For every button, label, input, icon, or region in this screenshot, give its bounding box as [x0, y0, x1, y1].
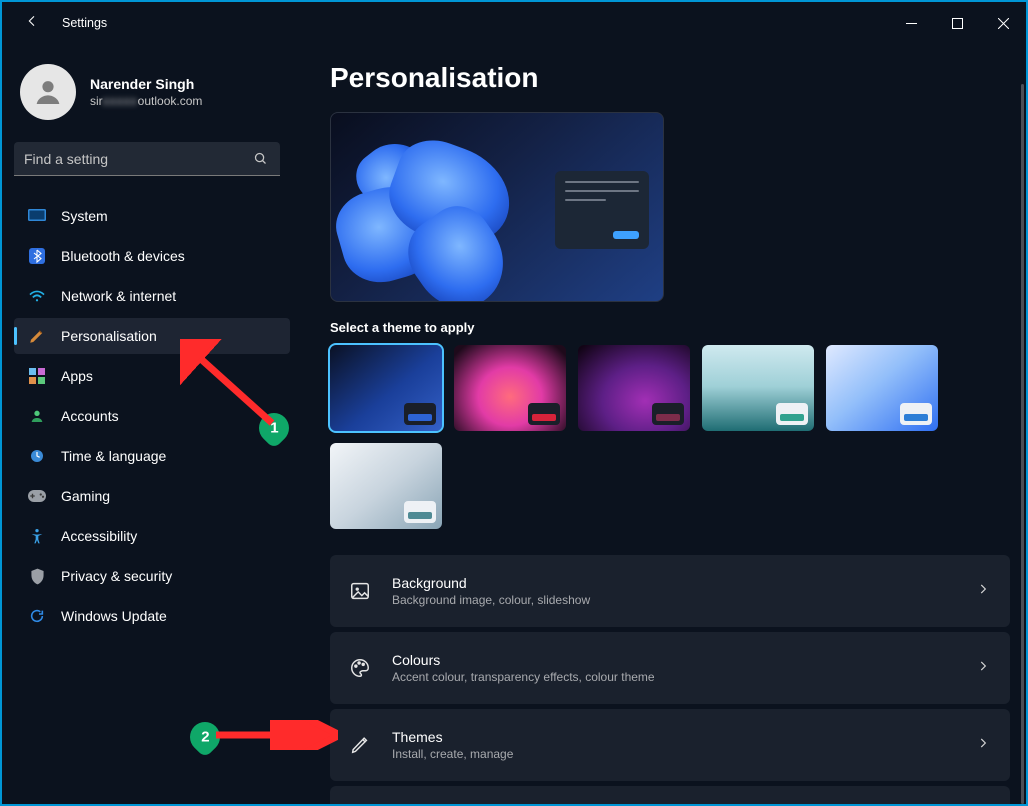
row-subtitle: Accent colour, transparency effects, col… — [392, 670, 976, 684]
row-themes[interactable]: Themes Install, create, manage — [330, 709, 1010, 781]
chevron-right-icon — [976, 582, 990, 601]
main-content: Personalisation Select a theme to apply — [302, 44, 1026, 804]
sidebar-item-label: System — [61, 208, 108, 224]
gaming-icon — [28, 487, 46, 505]
row-title: Themes — [392, 729, 976, 745]
bluetooth-icon — [28, 247, 46, 265]
sidebar-item-bluetooth[interactable]: Bluetooth & devices — [14, 238, 290, 274]
theme-section-label: Select a theme to apply — [330, 320, 1016, 335]
chevron-right-icon — [976, 736, 990, 755]
user-profile[interactable]: Narender Singh sirxxxxxoutlook.com — [20, 64, 286, 120]
maximize-button[interactable] — [934, 7, 980, 39]
sidebar-item-label: Accounts — [61, 408, 119, 424]
sidebar-item-gaming[interactable]: Gaming — [14, 478, 290, 514]
sidebar-nav: System Bluetooth & devices Network & int… — [14, 198, 290, 634]
chevron-right-icon — [976, 659, 990, 678]
sidebar-item-label: Bluetooth & devices — [61, 248, 185, 264]
clock-icon — [28, 447, 46, 465]
search-icon — [253, 151, 268, 171]
wifi-icon — [28, 287, 46, 305]
sidebar-item-network[interactable]: Network & internet — [14, 278, 290, 314]
theme-option[interactable] — [578, 345, 690, 431]
shield-icon — [28, 567, 46, 585]
user-name: Narender Singh — [90, 76, 202, 92]
sidebar-item-system[interactable]: System — [14, 198, 290, 234]
sidebar-item-apps[interactable]: Apps — [14, 358, 290, 394]
search-box[interactable] — [14, 142, 290, 176]
sidebar-item-label: Accessibility — [61, 528, 137, 544]
minimize-button[interactable] — [888, 7, 934, 39]
sidebar-item-label: Gaming — [61, 488, 110, 504]
row-title: Background — [392, 575, 976, 591]
personalisation-icon — [28, 327, 46, 345]
sidebar-item-label: Network & internet — [61, 288, 176, 304]
scrollbar[interactable] — [1021, 84, 1024, 804]
wallpaper-bloom — [330, 129, 531, 302]
theme-option[interactable] — [826, 345, 938, 431]
back-icon[interactable] — [24, 13, 40, 34]
apps-icon — [28, 367, 46, 385]
sidebar-item-label: Windows Update — [61, 608, 167, 624]
window-title: Settings — [62, 16, 107, 30]
sidebar-item-label: Privacy & security — [61, 568, 172, 584]
themes-icon — [348, 733, 372, 757]
sidebar-item-label: Apps — [61, 368, 93, 384]
sidebar-item-label: Personalisation — [61, 328, 157, 344]
sidebar-item-windows-update[interactable]: Windows Update — [14, 598, 290, 634]
user-email: sirxxxxxoutlook.com — [90, 94, 202, 108]
update-icon — [28, 607, 46, 625]
theme-option[interactable] — [330, 345, 442, 431]
row-subtitle: Background image, colour, slideshow — [392, 593, 976, 607]
sidebar-item-time-language[interactable]: Time & language — [14, 438, 290, 474]
accounts-icon — [28, 407, 46, 425]
search-input[interactable] — [14, 142, 280, 176]
row-colours[interactable]: Colours Accent colour, transparency effe… — [330, 632, 1010, 704]
avatar — [20, 64, 76, 120]
colours-icon — [348, 656, 372, 680]
accessibility-icon — [28, 527, 46, 545]
sidebar-item-personalisation[interactable]: Personalisation — [14, 318, 290, 354]
desktop-preview — [330, 112, 664, 302]
sidebar-item-privacy[interactable]: Privacy & security — [14, 558, 290, 594]
row-lock-screen[interactable]: Lock screen — [330, 786, 1010, 804]
theme-option[interactable] — [702, 345, 814, 431]
theme-option[interactable] — [454, 345, 566, 431]
theme-option[interactable] — [330, 443, 442, 529]
row-title: Colours — [392, 652, 976, 668]
theme-grid — [330, 345, 1010, 529]
sidebar-item-label: Time & language — [61, 448, 166, 464]
close-button[interactable] — [980, 7, 1026, 39]
sidebar: Narender Singh sirxxxxxoutlook.com Syste… — [2, 44, 302, 804]
personalisation-list: Background Background image, colour, sli… — [330, 555, 1010, 804]
titlebar: Settings — [2, 2, 1026, 44]
row-subtitle: Install, create, manage — [392, 747, 976, 761]
system-icon — [28, 207, 46, 225]
preview-window-mock — [555, 171, 649, 249]
sidebar-item-accessibility[interactable]: Accessibility — [14, 518, 290, 554]
row-background[interactable]: Background Background image, colour, sli… — [330, 555, 1010, 627]
page-title: Personalisation — [330, 62, 1016, 94]
sidebar-item-accounts[interactable]: Accounts — [14, 398, 290, 434]
background-icon — [348, 579, 372, 603]
